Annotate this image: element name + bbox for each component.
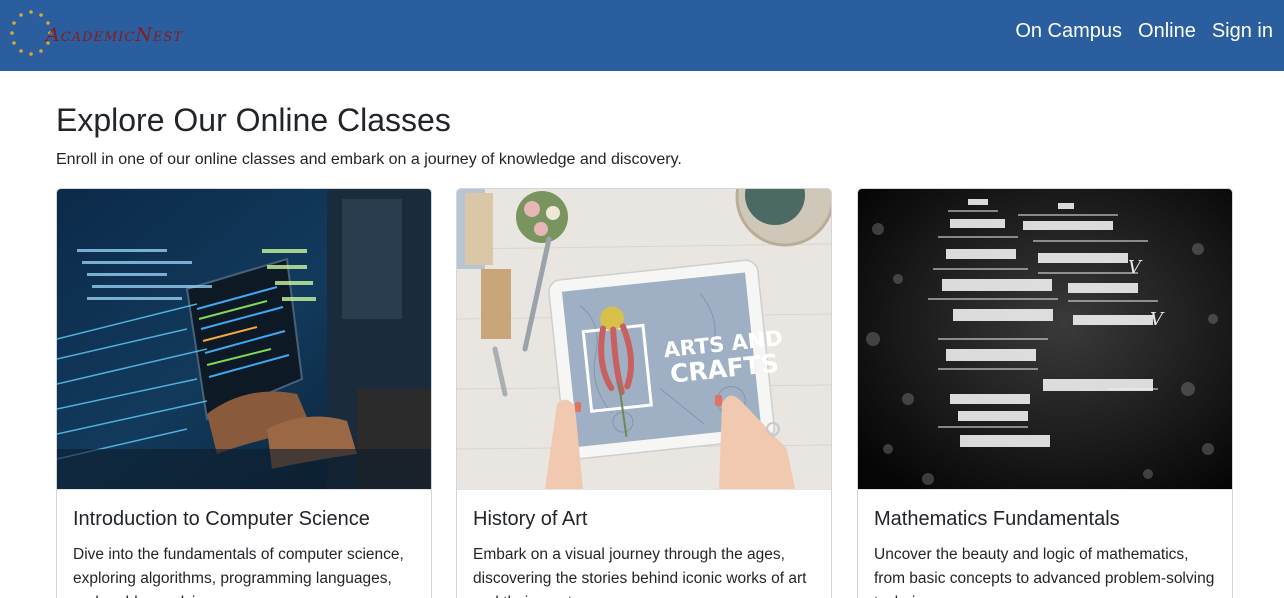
page-title: Explore Our Online Classes xyxy=(56,102,451,138)
arts-and-crafts-tablet-photo: ARTS AND CRAFTS xyxy=(457,189,831,489)
course-description: Dive into the fundamentals of computer s… xyxy=(73,546,404,598)
svg-text:V: V xyxy=(1150,309,1165,330)
nav-links: On Campus Online Sign in xyxy=(1015,20,1273,43)
course-card-history-of-art[interactable]: ARTS AND CRAFTS History of Art Embark on… xyxy=(456,188,832,598)
brand-logo-link[interactable]: AcademicNest xyxy=(6,6,196,60)
computer-code-photo xyxy=(57,189,431,489)
nav-link-sign-in[interactable]: Sign in xyxy=(1212,20,1273,43)
card-body: Mathematics Fundamentals Uncover the bea… xyxy=(858,489,1232,598)
nav-link-online[interactable]: Online xyxy=(1138,20,1196,43)
svg-text:V: V xyxy=(1128,257,1143,278)
course-title: History of Art xyxy=(473,508,588,530)
course-card-computer-science[interactable]: Introduction to Computer Science Dive in… xyxy=(56,188,432,598)
card-body: Introduction to Computer Science Dive in… xyxy=(57,489,431,598)
course-description: Uncover the beauty and logic of mathemat… xyxy=(874,546,1215,598)
card-body: History of Art Embark on a visual journe… xyxy=(457,489,831,598)
course-title: Introduction to Computer Science xyxy=(73,508,370,530)
nav-link-on-campus[interactable]: On Campus xyxy=(1015,20,1122,43)
course-card-mathematics[interactable]: VV Mathematics Fundamentals Uncover the … xyxy=(857,188,1233,598)
top-navbar: AcademicNest On Campus Online Sign in xyxy=(0,0,1284,71)
math-formulas-photo: VV xyxy=(858,189,1232,489)
page-subtitle: Enroll in one of our online classes and … xyxy=(56,151,682,168)
brand-name: AcademicNest xyxy=(46,24,184,46)
course-description: Embark on a visual journey through the a… xyxy=(473,546,807,598)
course-title: Mathematics Fundamentals xyxy=(874,508,1120,530)
